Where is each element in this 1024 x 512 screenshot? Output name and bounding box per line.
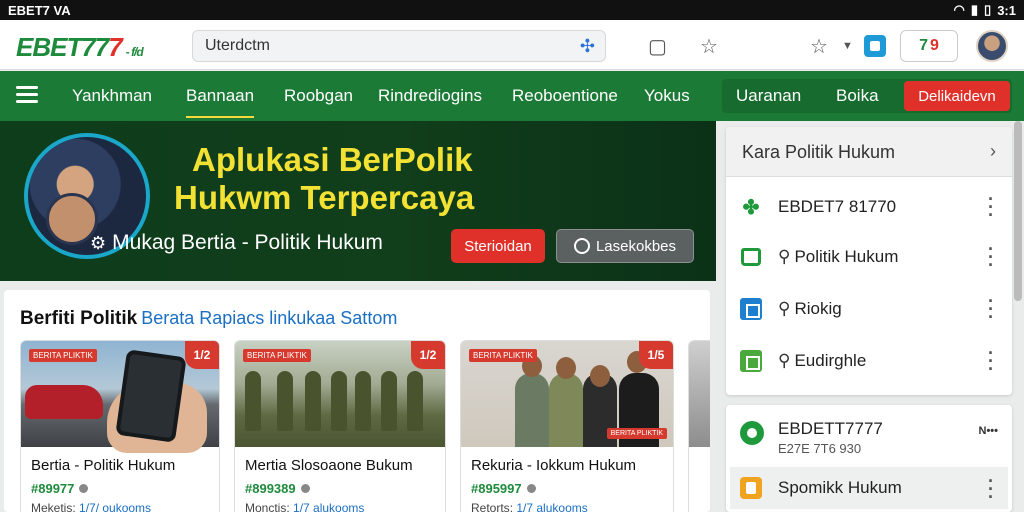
status-bar: EBET7 VA ◠ ▮ ▯ 3:1 — [0, 0, 1024, 20]
pin-icon: ⚲ — [778, 351, 791, 370]
sidebar-item-5[interactable]: Spomikk Hukum · · · — [730, 467, 1008, 509]
menu-icon[interactable] — [16, 86, 38, 104]
address-bar[interactable]: Uterdctm ✣ — [192, 30, 606, 62]
news-card-title: Rekuria - Iokkum Hukum — [471, 457, 637, 474]
news-card-badge: BERITA PLIKTIK — [243, 349, 311, 362]
sidebar-item-3[interactable]: ⚲ Riokig · · · — [726, 283, 1012, 335]
browser-toolbar: EBET777- f/d Uterdctm ✣ ▢ ☆ ☆ ▼ 79 — [0, 20, 1024, 70]
url-text: Uterdctm — [205, 37, 270, 54]
news-card-corner: 1/2 — [185, 341, 219, 369]
hero-banner: Aplukasi BerPolik Hukwm Terpercaya ⚙ Muk… — [0, 121, 716, 281]
status-time: 3:1 — [997, 2, 1016, 18]
more-options-icon[interactable]: · · · — [988, 344, 994, 378]
more-options-icon[interactable]: · · · — [988, 240, 994, 274]
sidebar-panel: Kara Politik Hukum › ✤ EBDET7 81770 · · · … — [726, 127, 1012, 395]
hero-primary-button[interactable]: Sterioidan — [451, 229, 545, 263]
sidebar-item-4[interactable]: ⚲ Eudirghle · · · — [726, 335, 1012, 387]
home-icon — [741, 248, 761, 266]
panel2-subtitle: E27E 7T6 930 — [778, 441, 862, 456]
battery-icon: ▯ — [984, 2, 992, 17]
star-icon[interactable]: ☆ — [700, 34, 718, 59]
nav-cta-button[interactable]: Delikaidevn — [904, 81, 1010, 111]
hero-secondary-button[interactable]: Lasekokbes — [556, 229, 694, 263]
news-card-1[interactable]: BERITA PLIKTIK 1/2 Bertia - Politik Huku… — [20, 340, 220, 512]
news-card-image — [689, 341, 710, 447]
news-card-2[interactable]: BERITA PLIKTIK 1/2 Mertia Slosoaone Buku… — [234, 340, 446, 512]
translate-icon[interactable]: ✣ — [580, 36, 595, 57]
site-logo[interactable]: EBET777- f/d — [16, 32, 144, 63]
star-outline-icon[interactable]: ☆ — [810, 34, 828, 59]
nav-item-5[interactable]: Reoboentione — [512, 86, 618, 106]
news-card-score: #895997 — [471, 481, 536, 496]
news-card-image: BERITA PLIKTIK 1/2 — [235, 341, 445, 447]
sidebar-panel-2: EBDETT7777 E27E 7T6 930 N••• Spomikk Huk… — [726, 405, 1012, 512]
sidebar-item-2[interactable]: ⚲ Politik Hukum · · · — [726, 231, 1012, 283]
news-card-corner: 1/5 — [639, 341, 673, 369]
nav-item-6[interactable]: Yokus — [644, 86, 690, 106]
scrollbar[interactable] — [1014, 121, 1022, 301]
square-icon — [740, 350, 762, 372]
more-options-icon[interactable]: · · · — [988, 190, 994, 224]
sidebar-item-1[interactable]: ✤ EBDET7 81770 · · · — [726, 181, 1012, 233]
gear-icon: ⚙ — [90, 232, 107, 253]
hero-subtitle: ⚙ Mukag Bertia - Politik Hukum — [90, 231, 383, 254]
nav-item-4[interactable]: Rindrediogins — [378, 86, 482, 106]
news-card-caption: BERITA PLIKTIK — [606, 428, 667, 439]
news-card-score: #89977 — [31, 481, 89, 496]
news-card-image: BERITA PLIKTIK 1/5 BERITA PLIKTIK — [461, 341, 673, 447]
pin-icon: ⚲ — [778, 299, 791, 318]
news-section: Berfiti Politik Berata Rapiacs linkukaa S… — [4, 290, 710, 512]
news-card-corner: 1/2 — [411, 341, 445, 369]
news-card-title: Mertia Slosoaone Bukum — [245, 457, 413, 474]
panel2-title: EBDETT7777 — [778, 419, 883, 438]
nav-item-3[interactable]: Roobgan — [284, 86, 353, 106]
score-chip[interactable]: 79 — [900, 30, 958, 62]
nav-item-7[interactable]: Uaranan — [736, 86, 801, 106]
wifi-icon: ◠ — [953, 2, 965, 17]
chevron-right-icon[interactable]: › — [990, 141, 996, 162]
news-card-meta: Monctis: 1/7 alukooms — [245, 501, 365, 512]
news-card-badge: BERITA PLIKTIK — [29, 349, 97, 362]
chevron-down-icon[interactable]: ▼ — [842, 40, 853, 52]
signal-icon: ▮ — [970, 2, 979, 17]
news-card-image: BERITA PLIKTIK 1/2 — [21, 341, 219, 453]
news-card-badge: BERITA PLIKTIK — [469, 349, 537, 362]
news-card-4-partial[interactable] — [688, 340, 710, 512]
status-right: ◠ ▮ ▯ 3:1 — [954, 2, 1016, 18]
panel-header[interactable]: Kara Politik Hukum › — [726, 127, 1012, 177]
news-card-title: Bertia - Politik Hukum — [31, 457, 176, 474]
document-icon — [740, 477, 762, 499]
gear-icon — [740, 421, 764, 445]
more-options-icon[interactable]: · · · — [988, 472, 994, 506]
hero-title: Aplukasi BerPolik Hukwm Terpercaya — [174, 141, 475, 216]
clock-icon — [573, 238, 590, 254]
news-card-score: #899389 — [245, 481, 310, 496]
nav-item-2[interactable]: Bannaan — [186, 86, 255, 118]
nav-item-8[interactable]: Boika — [836, 86, 879, 106]
main-nav: Yankhman Bannaan Roobgan Rindrediogins R… — [0, 71, 1024, 121]
news-card-meta: Retorts: 1/7 alukooms — [471, 501, 588, 512]
more-options-icon[interactable]: · · · — [988, 292, 994, 326]
clover-icon: ✤ — [742, 196, 760, 219]
pin-icon: ⚲ — [778, 247, 791, 266]
news-card-3[interactable]: BERITA PLIKTIK 1/5 BERITA PLIKTIK Rekuri… — [460, 340, 674, 512]
nav-item-1[interactable]: Yankhman — [72, 86, 152, 106]
news-card-meta: Meketis: 1/7/ oukooms — [31, 501, 152, 512]
panel2-more[interactable]: N••• — [979, 425, 999, 437]
extension-icon[interactable] — [864, 35, 886, 57]
square-icon — [740, 298, 762, 320]
bookmark-icon[interactable]: ▢ — [648, 34, 667, 59]
profile-avatar[interactable] — [976, 30, 1008, 62]
status-left: EBET7 VA — [8, 2, 71, 18]
section-title: Berfiti Politik Berata Rapiacs linkukaa S… — [20, 308, 398, 329]
